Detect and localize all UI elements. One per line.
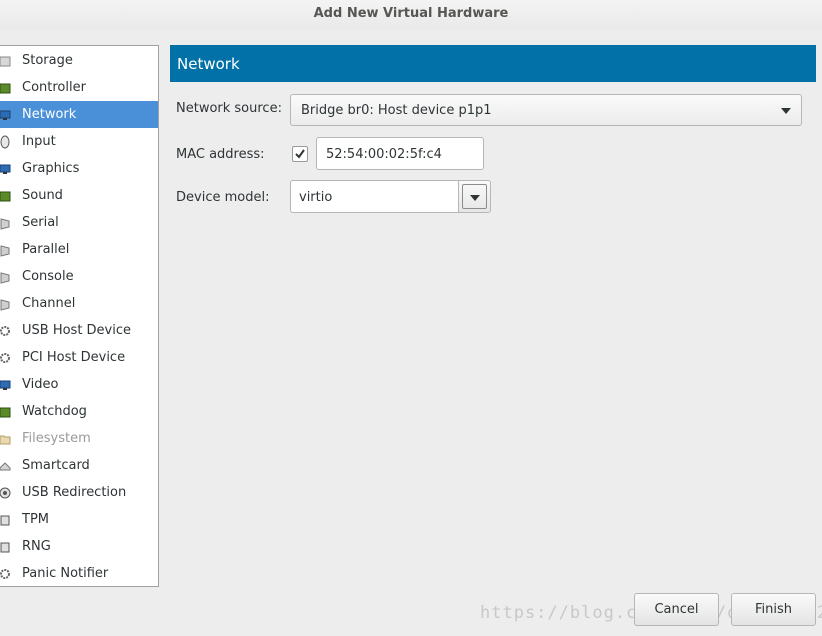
video-icon bbox=[0, 378, 11, 392]
network-source-label: Network source: bbox=[176, 101, 282, 116]
device-model-value: virtio bbox=[299, 190, 333, 205]
sidebar-item-controller[interactable]: Controller bbox=[0, 74, 158, 101]
mac-address-value: 52:54:00:02:5f:c4 bbox=[326, 147, 442, 162]
device-model-input[interactable]: virtio bbox=[290, 180, 458, 213]
cancel-button[interactable]: Cancel bbox=[634, 593, 719, 626]
window-title: Add New Virtual Hardware bbox=[0, 0, 822, 30]
sidebar-item-sound[interactable]: Sound bbox=[0, 182, 158, 209]
sidebar-item-label: Network bbox=[22, 107, 77, 122]
sidebar-item-panic-notifier[interactable]: Panic Notifier bbox=[0, 560, 158, 587]
sidebar-item-label: Channel bbox=[22, 296, 76, 311]
sidebar-item-filesystem[interactable]: Filesystem bbox=[0, 425, 158, 452]
device-model-dropdown-button[interactable] bbox=[458, 180, 491, 213]
sidebar-item-label: USB Redirection bbox=[22, 485, 127, 500]
sidebar-item-label: Parallel bbox=[22, 242, 70, 257]
sidebar-item-console[interactable]: Console bbox=[0, 263, 158, 290]
finish-button[interactable]: Finish bbox=[731, 593, 816, 626]
sidebar-item-label: USB Host Device bbox=[22, 323, 132, 338]
serial-icon bbox=[0, 216, 11, 230]
input-icon bbox=[0, 135, 11, 149]
folder-icon bbox=[0, 432, 11, 446]
sidebar-item-graphics[interactable]: Graphics bbox=[0, 155, 158, 182]
panel-title: Network bbox=[177, 54, 240, 73]
sidebar-item-label: Filesystem bbox=[22, 431, 91, 446]
smartcard-icon bbox=[0, 459, 11, 473]
watchdog-icon bbox=[0, 405, 11, 419]
sound-icon bbox=[0, 189, 11, 203]
sidebar-item-label: Video bbox=[22, 377, 59, 392]
parallel-icon bbox=[0, 243, 11, 257]
chevron-down-icon bbox=[470, 195, 480, 201]
sidebar-item-label: Watchdog bbox=[22, 404, 87, 419]
mac-address-checkbox[interactable] bbox=[292, 146, 308, 162]
sidebar-item-label: Smartcard bbox=[22, 458, 90, 473]
sidebar-item-input[interactable]: Input bbox=[0, 128, 158, 155]
sidebar-item-smartcard[interactable]: Smartcard bbox=[0, 452, 158, 479]
sidebar-item-pci-host-device[interactable]: PCI Host Device bbox=[0, 344, 158, 371]
sidebar-item-label: TPM bbox=[22, 512, 49, 527]
network-source-value: Bridge br0: Host device p1p1 bbox=[301, 103, 492, 118]
channel-icon bbox=[0, 297, 11, 311]
rng-icon bbox=[0, 540, 11, 554]
sidebar-item-label: Storage bbox=[22, 53, 73, 68]
sidebar-item-label: Console bbox=[22, 269, 74, 284]
tpm-icon bbox=[0, 513, 11, 527]
usb-redirection-icon bbox=[0, 486, 11, 500]
sidebar-item-label: RNG bbox=[22, 539, 51, 554]
sidebar-item-parallel[interactable]: Parallel bbox=[0, 236, 158, 263]
checkmark-icon bbox=[295, 149, 305, 159]
sidebar-item-serial[interactable]: Serial bbox=[0, 209, 158, 236]
panic-notifier-icon bbox=[0, 567, 11, 581]
usb-host-device-icon bbox=[0, 324, 11, 338]
sidebar-item-label: Controller bbox=[22, 80, 86, 95]
sidebar-item-label: Serial bbox=[22, 215, 59, 230]
mac-address-input[interactable]: 52:54:00:02:5f:c4 bbox=[316, 137, 484, 170]
sidebar-item-usb-host-device[interactable]: USB Host Device bbox=[0, 317, 158, 344]
console-icon bbox=[0, 270, 11, 284]
sidebar-item-usb-redirection[interactable]: USB Redirection bbox=[0, 479, 158, 506]
sidebar-item-rng[interactable]: RNG bbox=[0, 533, 158, 560]
sidebar-item-label: Panic Notifier bbox=[22, 566, 109, 581]
sidebar-item-label: Input bbox=[22, 134, 56, 149]
sidebar-item-tpm[interactable]: TPM bbox=[0, 506, 158, 533]
hardware-type-list: Storage Controller Network Input Graphic… bbox=[0, 45, 159, 587]
controller-icon bbox=[0, 81, 11, 95]
sidebar-item-channel[interactable]: Channel bbox=[0, 290, 158, 317]
chevron-down-icon bbox=[781, 108, 791, 114]
sidebar-item-label: PCI Host Device bbox=[22, 350, 126, 365]
sidebar-item-watchdog[interactable]: Watchdog bbox=[0, 398, 158, 425]
storage-icon bbox=[0, 54, 11, 68]
sidebar-item-storage[interactable]: Storage bbox=[0, 47, 158, 74]
network-source-dropdown[interactable]: Bridge br0: Host device p1p1 bbox=[290, 94, 802, 126]
graphics-icon bbox=[0, 162, 11, 176]
device-model-label: Device model: bbox=[176, 190, 270, 205]
sidebar-item-network[interactable]: Network bbox=[0, 101, 158, 128]
pci-host-device-icon bbox=[0, 351, 11, 365]
sidebar-item-video[interactable]: Video bbox=[0, 371, 158, 398]
sidebar-item-label: Graphics bbox=[22, 161, 80, 176]
mac-address-label: MAC address: bbox=[176, 147, 265, 162]
sidebar-item-label: Sound bbox=[22, 188, 63, 203]
panel-header: Network bbox=[170, 45, 816, 82]
network-icon bbox=[0, 108, 11, 122]
